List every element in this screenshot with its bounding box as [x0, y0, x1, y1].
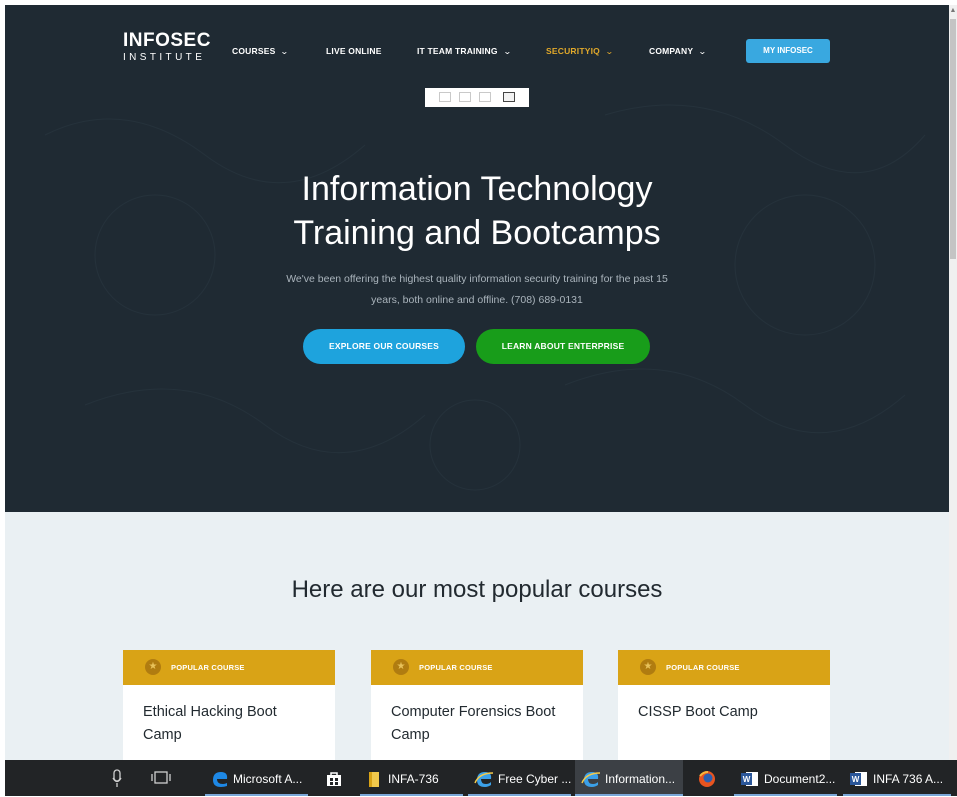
nav-it-team-training-label: IT TEAM TRAINING	[417, 46, 498, 56]
card-header: ★ POPULAR COURSE	[123, 650, 335, 685]
card-title[interactable]: Ethical Hacking Boot Camp	[143, 701, 318, 747]
card-tag: POPULAR COURSE	[419, 663, 493, 672]
hero-subtitle-line-1: We've been offering the highest quality …	[286, 273, 668, 285]
card-title[interactable]: Computer Forensics Boot Camp	[391, 701, 566, 747]
taskbar-item-document2[interactable]: W Document2...	[734, 760, 837, 796]
card-title[interactable]: CISSP Boot Camp	[638, 701, 813, 724]
svg-text:W: W	[852, 775, 860, 784]
thumbnail-icon-active[interactable]	[503, 92, 515, 102]
folder-icon	[369, 771, 379, 787]
taskbar-item-label: Microsoft A...	[233, 771, 303, 786]
taskbar-item-label: Information...	[605, 771, 676, 786]
scrollbar-thumb[interactable]	[950, 19, 956, 259]
chevron-down-icon: ⌄	[604, 47, 614, 56]
nav-live-online-label: LIVE ONLINE	[326, 46, 382, 56]
taskbar-item-store[interactable]	[315, 760, 353, 796]
taskbar-item-infa-736[interactable]: W INFA 736 A...	[843, 760, 951, 796]
task-view-icon[interactable]	[150, 766, 172, 790]
nav-company[interactable]: COMPANY ⌄	[649, 46, 708, 56]
taskbar-item-label: Document2...	[764, 771, 836, 786]
svg-text:W: W	[743, 775, 751, 784]
card-tag: POPULAR COURSE	[171, 663, 245, 672]
nav-courses[interactable]: COURSES ⌄	[232, 46, 290, 56]
hero-title: Information Technology Training and Boot…	[5, 167, 949, 255]
hero-section: INFOSEC INSTITUTE COURSES ⌄ LIVE ONLINE I…	[5, 5, 949, 512]
nav-courses-label: COURSES	[232, 46, 276, 56]
logo-subtitle: INSTITUTE	[123, 52, 206, 63]
thumbnail-icon[interactable]	[459, 92, 471, 102]
my-infosec-button[interactable]: MY INFOSEC	[746, 39, 830, 63]
screen: INFOSEC INSTITUTE COURSES ⌄ LIVE ONLINE I…	[0, 0, 957, 796]
scroll-up-arrow-icon[interactable]: ▲	[949, 5, 957, 17]
hero-subtitle: We've been offering the highest quality …	[245, 269, 709, 311]
chevron-down-icon: ⌄	[280, 47, 290, 56]
word-icon: W	[850, 771, 867, 786]
chevron-down-icon: ⌄	[502, 47, 512, 56]
microphone-icon[interactable]	[111, 766, 123, 790]
nav-it-team-training[interactable]: IT TEAM TRAINING ⌄	[417, 46, 511, 56]
taskbar-item-label: INFA-736	[388, 771, 439, 786]
course-card[interactable]: ★ POPULAR COURSE CISSP Boot Camp	[618, 650, 830, 760]
card-header: ★ POPULAR COURSE	[371, 650, 583, 685]
windows-taskbar: Microsoft A... INFA-736 Free Cyber ... I…	[5, 760, 957, 796]
firefox-icon	[699, 770, 715, 787]
star-badge-icon: ★	[393, 659, 409, 675]
taskbar-item-folder[interactable]: INFA-736	[360, 760, 463, 796]
popular-courses-heading: Here are our most popular courses	[291, 576, 663, 603]
top-navigation: INFOSEC INSTITUTE COURSES ⌄ LIVE ONLINE I…	[5, 5, 949, 95]
store-icon	[327, 772, 341, 786]
star-badge-icon: ★	[640, 659, 656, 675]
card-tag: POPULAR COURSE	[666, 663, 740, 672]
ie-icon	[581, 771, 601, 787]
taskbar-item-label: INFA 736 A...	[873, 771, 944, 786]
word-icon: W	[741, 771, 758, 786]
infosec-logo[interactable]: INFOSEC INSTITUTE	[123, 31, 211, 64]
course-card[interactable]: ★ POPULAR COURSE Computer Forensics Boot…	[371, 650, 583, 760]
nav-securityiq-label: SECURITYIQ	[546, 46, 600, 56]
browser-page: INFOSEC INSTITUTE COURSES ⌄ LIVE ONLINE I…	[5, 5, 949, 760]
hero-subtitle-line-2: years, both online and offline. (708) 68…	[371, 294, 583, 306]
thumbnail-icon[interactable]	[479, 92, 491, 102]
hero-title-line-1: Information Technology	[301, 170, 653, 208]
learn-enterprise-button[interactable]: LEARN ABOUT ENTERPRISE	[476, 329, 650, 364]
taskbar-item-microsoft[interactable]: Microsoft A...	[205, 760, 308, 796]
taskbar-item-firefox[interactable]	[689, 760, 729, 796]
card-header: ★ POPULAR COURSE	[618, 650, 830, 685]
hero-title-line-2: Training and Bootcamps	[293, 214, 661, 252]
course-card[interactable]: ★ POPULAR COURSE Ethical Hacking Boot Ca…	[123, 650, 335, 760]
ie-icon	[474, 771, 494, 787]
nav-securityiq[interactable]: SECURITYIQ ⌄	[546, 46, 614, 56]
taskbar-item-free-cyber[interactable]: Free Cyber ...	[468, 760, 571, 796]
logo-wordmark: INFOSEC	[123, 30, 211, 51]
chevron-down-icon: ⌄	[698, 47, 708, 56]
star-badge-icon: ★	[145, 659, 161, 675]
nav-company-label: COMPANY	[649, 46, 694, 56]
explore-courses-button[interactable]: EXPLORE OUR COURSES	[303, 329, 465, 364]
taskbar-item-label: Free Cyber ...	[498, 771, 572, 786]
nav-live-online[interactable]: LIVE ONLINE	[326, 46, 382, 56]
vertical-scrollbar[interactable]: ▲	[949, 5, 957, 760]
edge-icon	[213, 771, 228, 787]
tab-thumbnail-strip[interactable]	[425, 88, 529, 107]
taskbar-item-information[interactable]: Information...	[575, 760, 683, 796]
thumbnail-icon[interactable]	[439, 92, 451, 102]
